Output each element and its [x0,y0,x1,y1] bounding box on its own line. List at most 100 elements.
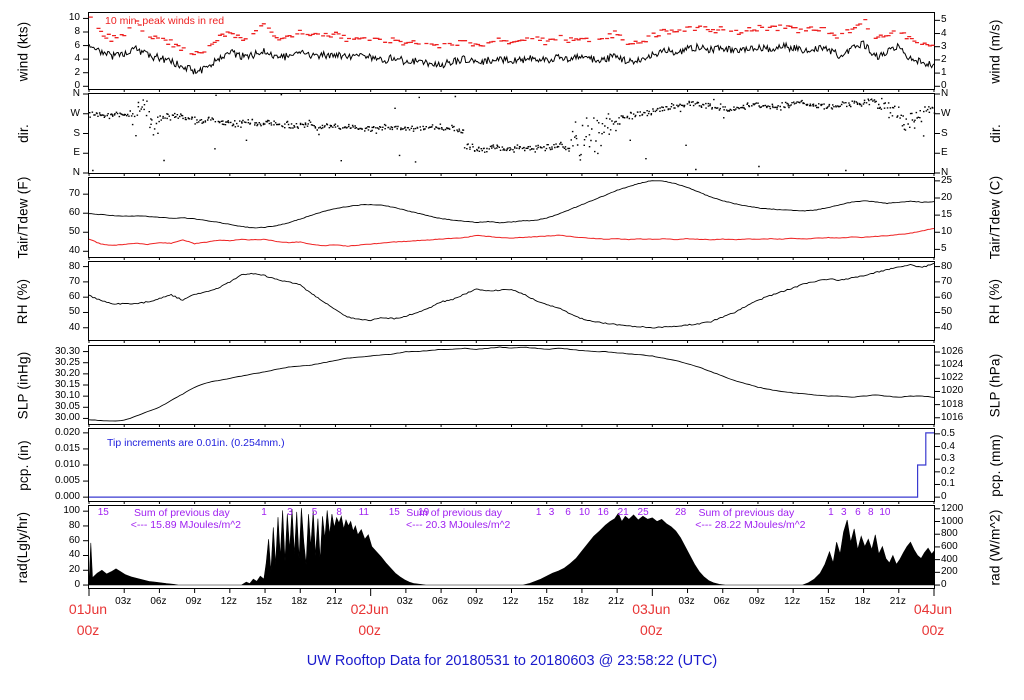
axis-title-text: dir. [15,124,31,143]
y-tick-label-left: 80 [68,260,80,272]
y-tick-label-left: 70 [68,188,80,200]
rad-hour-sum-label: 3 [287,507,293,518]
wind-direction-panel [83,93,940,176]
x-hour-label: 12z [784,596,801,607]
y-tick-label-left: 8 [74,26,80,37]
x-hour-label: 03z [396,596,413,607]
y-tick-label-right: 1024 [941,359,964,371]
rad-daily-sum-line1: Sum of previous day [698,507,795,519]
rad-hour-sum-label: 1 [535,507,542,518]
y-tick-label-right: 2 [941,53,947,65]
y-tick-label-left: 30.20 [54,367,80,379]
x-hour-label: 06z [150,596,167,607]
humidity-plot [83,262,940,343]
x-date-label: 02Jun 00z [351,599,389,641]
y-tick-label-left: 30.00 [54,412,80,424]
tip-increments-note: Tip increments are 0.01in. (0.254mm.) [107,437,285,449]
rad-hour-sum-label: 8 [336,507,342,518]
x-hour-label: 15z [255,596,273,607]
plot-title: UW Rooftop Data for 20180531 to 20180603… [306,653,718,669]
axis-title-text: RH (%) [15,278,31,324]
x-hour-label: 03z [115,596,132,607]
wind-speed-mean-kts [88,40,935,75]
x-hour-label: 09z [467,596,484,607]
y-tick-label-right: 1016 [941,411,964,423]
rad-hour-sum-label: 3 [548,507,555,518]
y-tick-label-left: 70 [68,275,80,287]
y-tick-label-right: 3 [941,40,947,52]
x-hour-label: 21z [326,596,343,607]
rad-hour-sum-label: 6 [855,507,861,518]
y-tick-label-right: 10 [941,226,953,238]
rad-hour-sum-label: 25 [637,507,649,518]
y-tick-label-right: 0.3 [941,453,955,465]
y-tick-label-left: 50 [68,226,80,238]
y-tick-label-left: 40 [68,245,80,257]
peak-winds-note: 10 min. peak winds in red [105,15,225,27]
direction-plot [83,93,940,176]
rad-daily-sum-line1: Sum of previous day [134,507,230,519]
y-tick-label-right: 25 [941,174,953,186]
y-tick-label-left: 0.010 [54,459,80,470]
y-tick-label-left: 100 [63,505,80,517]
y-tick-label-left: 0.000 [54,491,80,503]
x-date-label-day: 03Jun [632,601,671,617]
y-tick-label-left: 40 [68,321,80,333]
y-tick-label-right: 15 [941,209,953,221]
y-tick-label-left: 0.005 [54,475,80,487]
wind-direction-deg [89,94,936,172]
rad-daily-sum-line2: <--- 28.22 MJoules/m^2 [695,519,806,531]
x-hour-label: 09z [185,596,202,607]
air-temperature-f [88,180,935,229]
y-tick-label-right: 200 [941,566,958,578]
rad-hour-sum-label: 16 [597,507,609,518]
rad-daily-sum-line2: <--- 20.3 MJoules/m^2 [405,519,511,531]
y-tick-label-right: 1020 [941,385,964,397]
y-tick-label-left: 10 [68,12,80,24]
temperature-plot [83,180,940,260]
rad-daily-sum-line2: <--- 15.89 MJoules/m^2 [130,519,242,531]
rad-hour-sum-label: 10 [879,507,891,518]
temperature-panel [83,177,940,260]
pressure-panel [83,345,940,427]
wind-panel: 10 min. peak winds in red [83,12,940,92]
axis-title-text: wind (kts) [15,21,31,81]
y-tick-label-left: 0.020 [54,426,80,438]
y-tick-label-right: 400 [941,553,958,565]
sea-level-pressure-inhg [88,346,935,422]
y-tick-label-left: S [73,127,80,139]
y-tick-label-right: N [941,88,949,99]
y-tick-label-left: 0 [74,579,80,591]
y-tick-label-right: 5 [941,14,947,26]
axis-title-text: rad(Lgly/hr) [15,511,31,583]
y-tick-label-left: N [72,167,80,178]
y-tick-label-right: 70 [941,275,953,287]
x-date-label-hour: 00z [76,622,100,638]
x-hour-label: 18z [572,596,589,607]
y-tick-label-right: 20 [941,191,953,203]
x-hour-label: 03z [678,596,695,607]
x-date-label-day: 04Jun [913,601,953,617]
humidity-panel [83,261,940,343]
y-tick-label-left: 6 [74,39,80,51]
x-date-label: 01Jun 00z [69,599,107,641]
y-tick-label-right: E [941,147,948,159]
x-date-label-day: 01Jun [68,601,108,617]
y-tick-label-right: 0 [941,579,947,591]
rad-hour-sum-label: 5 [311,507,318,518]
y-tick-label-left: 30.05 [54,401,80,413]
x-hour-label: 15z [819,596,836,607]
y-tick-label-right: 0.4 [941,440,955,452]
y-tick-label-right: W [941,107,951,119]
y-tick-label-right: 0 [941,491,947,503]
rad-hour-sum-label: 28 [675,507,687,518]
rad-hour-sum-label: 15 [388,507,400,518]
y-tick-label-right: 4 [941,27,947,39]
y-tick-label-right: 1022 [941,372,964,384]
y-tick-label-left: E [73,147,80,159]
x-hour-label: 09z [748,596,766,607]
rad-hour-sum-label: 6 [565,507,571,518]
y-tick-label-left: 0.015 [54,442,80,454]
x-hour-label: 18z [854,596,871,607]
y-tick-label-right: 0.1 [941,478,955,490]
